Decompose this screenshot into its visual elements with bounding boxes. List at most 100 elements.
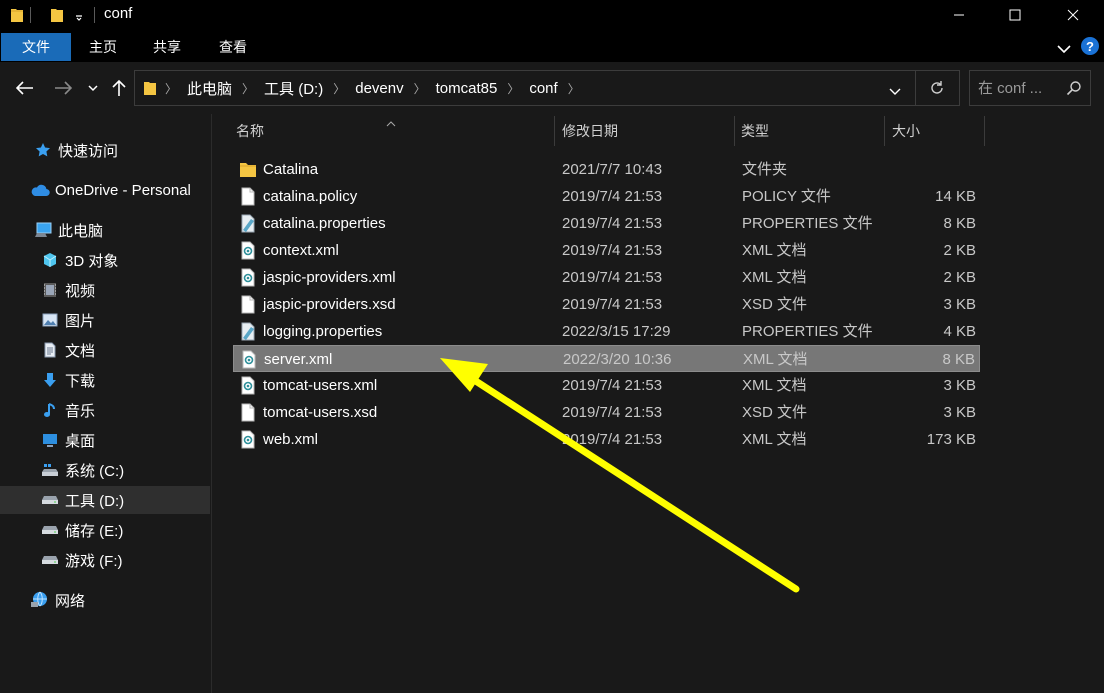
file-icon	[239, 403, 257, 422]
sidebar-item-documents[interactable]: 文档	[0, 336, 210, 364]
sidebar-item-quick-access[interactable]: 快速访问	[0, 136, 210, 164]
sidebar-item-drive-c[interactable]: 系统 (C:)	[0, 456, 210, 484]
chevron-right-icon[interactable]: 〉	[238, 80, 258, 97]
file-row[interactable]: jaspic-providers.xsd 2019/7/4 21:53 XSD …	[233, 291, 980, 318]
search-input[interactable]	[978, 78, 1062, 98]
file-row[interactable]: catalina.properties 2019/7/4 21:53 PROPE…	[233, 210, 980, 237]
file-row[interactable]: logging.properties 2022/3/15 17:29 PROPE…	[233, 318, 980, 345]
refresh-button[interactable]	[929, 80, 945, 99]
recent-locations-button[interactable]	[86, 76, 100, 100]
xml-file-icon	[239, 268, 257, 287]
file-row[interactable]: context.xml 2019/7/4 21:53 XML 文档 2 KB	[233, 237, 980, 264]
file-row-selected[interactable]: server.xml 2022/3/20 10:36 XML 文档 8 KB	[233, 345, 980, 372]
breadcrumb-drive-d[interactable]: 工具 (D:)	[258, 78, 329, 99]
file-size: 8 KB	[942, 351, 975, 368]
quick-access-dropdown-icon[interactable]	[74, 9, 84, 25]
drive-icon	[40, 520, 60, 540]
file-size: 3 KB	[943, 404, 976, 421]
up-button[interactable]	[110, 76, 128, 100]
sidebar-item-label: 此电脑	[58, 222, 104, 240]
column-divider[interactable]	[734, 116, 735, 146]
file-icon	[239, 295, 257, 314]
maximize-icon	[1009, 9, 1021, 21]
tab-home[interactable]: 主页	[72, 33, 134, 61]
tab-file[interactable]: 文件	[1, 33, 71, 61]
xml-file-icon	[239, 376, 257, 395]
search-box[interactable]	[969, 70, 1091, 106]
chevron-right-icon[interactable]: 〉	[329, 80, 349, 97]
back-button[interactable]	[14, 76, 36, 100]
sidebar-item-this-pc[interactable]: 此电脑	[0, 216, 210, 244]
sidebar-item-label: 3D 对象	[65, 252, 119, 270]
forward-button[interactable]	[52, 76, 74, 100]
sidebar-item-onedrive[interactable]: OneDrive - Personal	[0, 176, 210, 204]
file-row[interactable]: web.xml 2019/7/4 21:53 XML 文档 173 KB	[233, 426, 980, 453]
chevron-right-icon[interactable]: 〉	[161, 80, 181, 97]
column-header-date[interactable]: 修改日期	[562, 114, 618, 148]
close-button[interactable]	[1050, 0, 1096, 30]
sidebar-item-drive-f[interactable]: 游戏 (F:)	[0, 546, 210, 574]
file-row[interactable]: tomcat-users.xml 2019/7/4 21:53 XML 文档 3…	[233, 372, 980, 399]
sidebar-item-drive-e[interactable]: 储存 (E:)	[0, 516, 210, 544]
file-row[interactable]: Catalina 2021/7/7 10:43 文件夹	[233, 156, 980, 183]
file-type: XSD 文件	[742, 404, 808, 421]
sidebar-item-pictures[interactable]: 图片	[0, 306, 210, 334]
column-divider[interactable]	[554, 116, 555, 146]
quick-access-folder-icon[interactable]	[50, 7, 64, 26]
address-bar[interactable]: 〉 此电脑 〉 工具 (D:) 〉 devenv 〉 tomcat85 〉 co…	[134, 70, 960, 106]
file-size: 3 KB	[943, 296, 976, 313]
drive-icon	[40, 550, 60, 570]
sidebar-item-drive-d[interactable]: 工具 (D:)	[0, 486, 210, 514]
file-row[interactable]: tomcat-users.xsd 2019/7/4 21:53 XSD 文件 3…	[233, 399, 980, 426]
tab-share[interactable]: 共享	[136, 33, 198, 61]
xml-file-icon	[239, 241, 257, 260]
sidebar-item-music[interactable]: 音乐	[0, 396, 210, 424]
column-header-size[interactable]: 大小	[892, 114, 920, 148]
chevron-right-icon[interactable]: 〉	[410, 80, 430, 97]
file-row[interactable]: jaspic-providers.xml 2019/7/4 21:53 XML …	[233, 264, 980, 291]
column-header-type[interactable]: 类型	[741, 114, 769, 148]
column-divider[interactable]	[984, 116, 985, 146]
sidebar-item-label: 文档	[65, 342, 96, 360]
title-bar: conf	[0, 0, 1104, 30]
file-date: 2021/7/7 10:43	[562, 161, 663, 178]
file-name: web.xml	[263, 431, 319, 448]
chevron-right-icon[interactable]: 〉	[503, 80, 523, 97]
file-size: 2 KB	[943, 269, 976, 286]
search-icon[interactable]	[1066, 80, 1082, 99]
column-header-name[interactable]: 名称	[236, 114, 264, 148]
address-history-button[interactable]	[889, 83, 901, 99]
sidebar-item-videos[interactable]: 视频	[0, 276, 210, 304]
folder-icon	[239, 160, 257, 179]
file-date: 2019/7/4 21:53	[562, 377, 663, 394]
file-date: 2022/3/20 10:36	[563, 351, 672, 368]
file-size: 14 KB	[935, 188, 976, 205]
file-date: 2022/3/15 17:29	[562, 323, 671, 340]
sidebar-item-downloads[interactable]: 下载	[0, 366, 210, 394]
breadcrumb-this-pc[interactable]: 此电脑	[181, 78, 238, 99]
tab-view[interactable]: 查看	[201, 33, 265, 61]
sidebar-item-desktop[interactable]: 桌面	[0, 426, 210, 454]
file-date: 2019/7/4 21:53	[562, 188, 663, 205]
breadcrumb-conf[interactable]: conf	[523, 80, 563, 97]
close-icon	[1067, 9, 1079, 21]
expand-ribbon-button[interactable]	[1057, 41, 1071, 57]
file-list: 名称 修改日期 类型 大小 Catalina 2021/7/7 10:43 文件…	[212, 114, 1104, 693]
breadcrumb-devenv[interactable]: devenv	[349, 80, 409, 97]
file-row[interactable]: catalina.policy 2019/7/4 21:53 POLICY 文件…	[233, 183, 980, 210]
divider	[30, 7, 31, 23]
picture-icon	[40, 310, 60, 330]
video-icon	[40, 280, 60, 300]
help-button[interactable]: ?	[1081, 37, 1099, 55]
file-date: 2019/7/4 21:53	[562, 296, 663, 313]
chevron-right-icon[interactable]: 〉	[564, 80, 584, 97]
sidebar-item-network[interactable]: 网络	[0, 586, 210, 614]
file-type: XSD 文件	[742, 296, 808, 313]
file-type: XML 文档	[742, 431, 807, 448]
column-divider[interactable]	[884, 116, 885, 146]
minimize-button[interactable]	[936, 0, 982, 30]
arrow-left-icon	[16, 81, 33, 95]
maximize-button[interactable]	[992, 0, 1038, 30]
sidebar-item-3d-objects[interactable]: 3D 对象	[0, 246, 210, 274]
breadcrumb-tomcat85[interactable]: tomcat85	[430, 80, 504, 97]
